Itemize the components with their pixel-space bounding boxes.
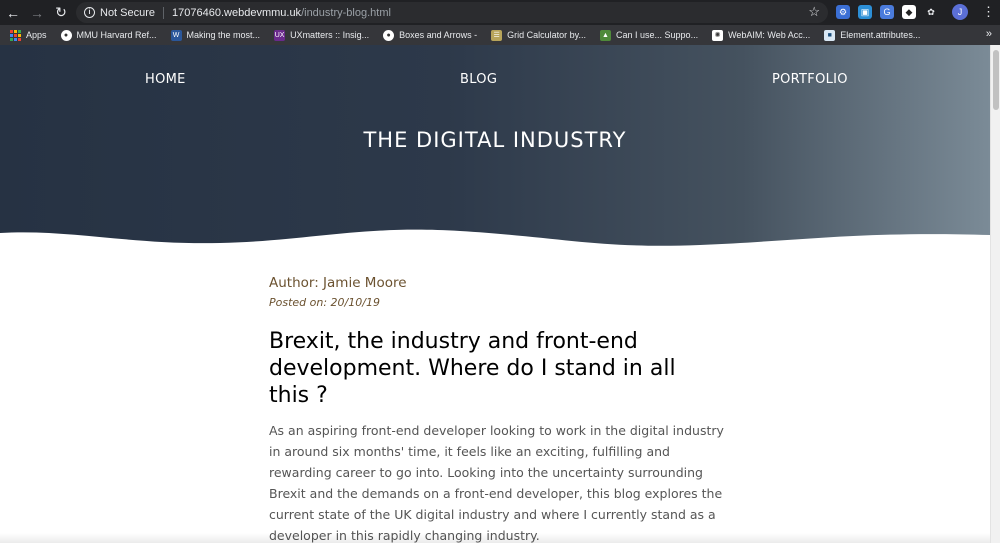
extension-icon[interactable]: ◆ — [902, 5, 916, 19]
bookmark-item[interactable]: W Making the most... — [170, 29, 261, 41]
security-label[interactable]: Not Secure — [100, 7, 155, 19]
blog-article: Author: Jamie Moore Posted on: 20/10/19 … — [269, 275, 724, 543]
page-title: THE DIGITAL INDUSTRY — [363, 128, 627, 152]
url-host[interactable]: 17076460.webdevmmu.uk — [172, 7, 301, 19]
apps-grid-icon — [10, 29, 21, 41]
profile-avatar[interactable]: J — [952, 4, 968, 20]
forward-arrow-icon[interactable]: → — [26, 2, 48, 24]
uxmatters-icon: UX — [274, 29, 286, 41]
bookmark-label: Can I use... Suppo... — [616, 30, 699, 40]
globe-icon: ● — [383, 29, 395, 41]
bookmark-label: Element.attributes... — [840, 30, 921, 40]
mdn-icon: ■ — [824, 29, 836, 41]
bookmark-item[interactable]: ☰ Grid Calculator by... — [491, 29, 587, 41]
back-arrow-icon[interactable]: ← — [2, 2, 24, 24]
grid-calculator-icon: ☰ — [491, 29, 503, 41]
extensions-area: ⚙ ▣ G ◆ ✿ J ⋮ — [836, 4, 995, 20]
bookmark-item[interactable]: ■ Element.attributes... — [824, 29, 921, 41]
bookmark-label: Boxes and Arrows - — [399, 30, 478, 40]
bookmark-label: MMU Harvard Ref... — [76, 30, 157, 40]
article-body: As an aspiring front-end developer looki… — [269, 423, 724, 543]
extension-icon[interactable]: ⚙ — [836, 5, 850, 19]
bookmark-item[interactable]: UX UXmatters :: Insig... — [274, 29, 370, 41]
bookmark-label: UXmatters :: Insig... — [290, 30, 370, 40]
caniuse-icon: ▲ — [600, 29, 612, 41]
address-bar[interactable]: i Not Secure 17076460.webdevmmu.uk/indus… — [76, 2, 828, 23]
bottom-shadow — [0, 533, 990, 543]
globe-icon: ● — [60, 29, 72, 41]
bookmark-apps[interactable]: Apps — [10, 29, 47, 41]
nav-link-portfolio[interactable]: PORTFOLIO — [772, 72, 848, 87]
translate-icon[interactable]: G — [880, 5, 894, 19]
article-date: Posted on: 20/10/19 — [269, 296, 380, 309]
extension-icon[interactable]: ▣ — [858, 5, 872, 19]
bookmark-star-icon[interactable]: ☆ — [808, 4, 820, 20]
bookmark-label: Making the most... — [186, 30, 261, 40]
extension-icon[interactable]: ✿ — [924, 5, 938, 19]
nav-link-blog[interactable]: BLOG — [460, 72, 497, 87]
reload-icon[interactable]: ↻ — [50, 2, 72, 24]
bookmark-label: Apps — [26, 30, 47, 40]
address-divider — [163, 6, 165, 19]
bookmark-label: WebAIM: Web Acc... — [728, 30, 811, 40]
info-icon[interactable]: i — [84, 7, 95, 18]
wave-divider — [0, 229, 990, 255]
bookmark-item[interactable]: ● Boxes and Arrows - — [383, 29, 478, 41]
bookmarks-bar: Apps ● MMU Harvard Ref... W Making the m… — [0, 25, 1000, 45]
menu-icon[interactable]: ⋮ — [982, 4, 995, 20]
bookmark-item[interactable]: ✺ WebAIM: Web Acc... — [712, 29, 811, 41]
bookmark-item[interactable]: ● MMU Harvard Ref... — [60, 29, 157, 41]
article-headline: Brexit, the industry and front-end devel… — [269, 329, 676, 408]
word-icon: W — [170, 29, 182, 41]
webaim-icon: ✺ — [712, 29, 724, 41]
web-page: HOME BLOG PORTFOLIO THE DIGITAL INDUSTRY… — [0, 45, 990, 543]
scrollbar-thumb[interactable] — [993, 50, 999, 110]
url-path[interactable]: /industry-blog.html — [301, 7, 391, 19]
page-scrollbar[interactable] — [990, 45, 1000, 543]
browser-toolbar: ← → ↻ i Not Secure 17076460.webdevmmu.uk… — [0, 0, 1000, 25]
more-bookmarks-icon[interactable]: » — [986, 28, 992, 40]
bookmark-item[interactable]: ▲ Can I use... Suppo... — [600, 29, 699, 41]
bookmark-label: Grid Calculator by... — [507, 30, 587, 40]
article-author: Author: Jamie Moore — [269, 275, 407, 291]
nav-link-home[interactable]: HOME — [145, 72, 186, 87]
